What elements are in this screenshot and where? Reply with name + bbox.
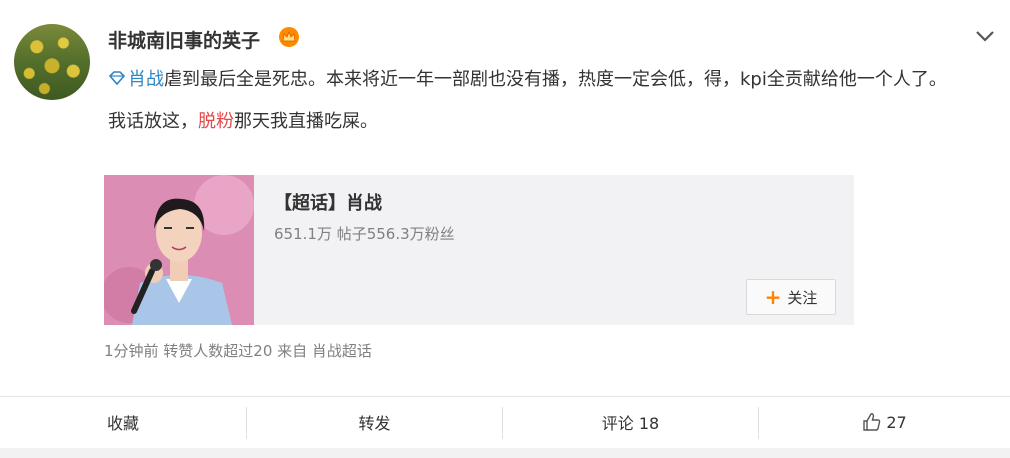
- favorite-button[interactable]: 收藏: [0, 397, 246, 447]
- portrait-image: [104, 175, 254, 325]
- card-thumbnail[interactable]: [104, 175, 254, 325]
- crown-icon: [279, 27, 299, 47]
- repost-button[interactable]: 转发: [247, 397, 502, 447]
- plus-icon: +: [764, 285, 782, 309]
- like-count: 27: [886, 412, 907, 432]
- username[interactable]: 非城南旧事的英子: [108, 26, 260, 53]
- post-text-2a: 我话放这，: [108, 111, 198, 132]
- bottom-border: [0, 448, 1010, 458]
- favorite-label: 收藏: [106, 414, 139, 433]
- thumbs-up-icon: [863, 413, 881, 431]
- like-button[interactable]: 27: [759, 397, 1010, 447]
- card-title[interactable]: 【超话】肖战: [274, 189, 382, 215]
- comment-label: 评论 18: [601, 414, 660, 433]
- user-avatar[interactable]: [14, 24, 90, 100]
- supertopic-card[interactable]: 【超话】肖战 651.1万 帖子556.3万粉丝 + 关注: [104, 175, 854, 325]
- follow-label: 关注: [787, 288, 818, 307]
- topic-label: 肖战: [128, 69, 164, 90]
- diamond-topic-icon: [108, 71, 126, 86]
- post-meta: 1分钟前 转赞人数超过20 来自 肖战超话: [104, 342, 372, 360]
- topic-link[interactable]: 肖战: [108, 69, 164, 90]
- follow-button[interactable]: + 关注: [746, 279, 836, 315]
- post-text-1: 虐到最后全是死忠。本来将近一年一部剧也没有播，热度一定会低，得，kpi全贡献给他…: [164, 69, 947, 90]
- card-stats: 651.1万 帖子556.3万粉丝: [274, 225, 455, 243]
- chevron-down-icon[interactable]: [974, 28, 996, 44]
- comment-button[interactable]: 评论 18: [503, 397, 758, 447]
- repost-label: 转发: [358, 414, 391, 433]
- action-bar: 收藏 转发 评论 18 27: [0, 397, 1010, 447]
- highlight-text[interactable]: 脱粉: [198, 111, 234, 132]
- post-content: 肖战虐到最后全是死忠。本来将近一年一部剧也没有播，热度一定会低，得，kpi全贡献…: [108, 63, 978, 139]
- post-text-2b: 那天我直播吃屎。: [234, 111, 378, 132]
